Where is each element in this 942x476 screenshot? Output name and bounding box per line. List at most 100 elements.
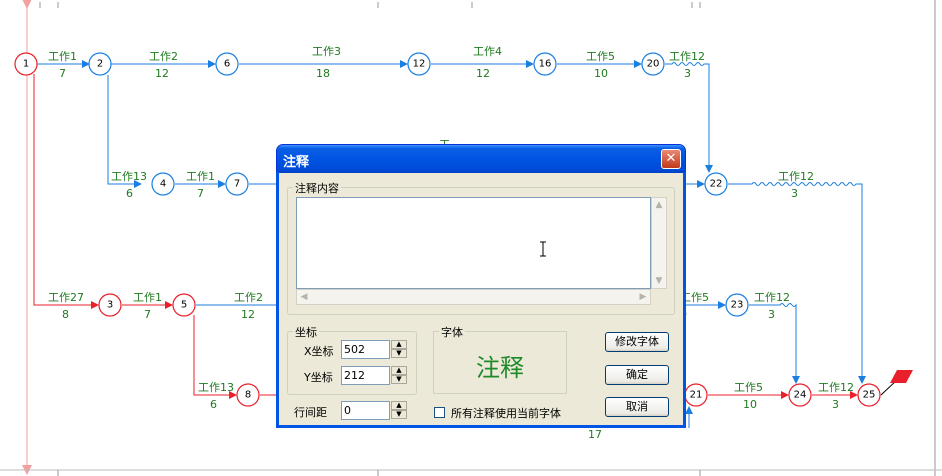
y-coord-input[interactable]: 212 <box>341 366 390 385</box>
content-textarea-wrap: ▲ ▼ ◀ ▶ <box>293 197 667 307</box>
text-cursor-icon <box>540 241 546 257</box>
node-21[interactable]: 21 <box>684 383 708 407</box>
task-duration: 12 <box>241 308 255 321</box>
spin-down-icon[interactable]: ▼ <box>391 410 407 419</box>
task-name: 工作12 <box>669 50 705 63</box>
y-coord-label: Y坐标 <box>304 371 333 384</box>
node-id: 1 <box>23 59 29 70</box>
dialog-title: 注释 <box>283 155 310 170</box>
node-2[interactable]: 2 <box>88 52 112 76</box>
task-duration: 6 <box>210 398 217 411</box>
node-1[interactable]: 1 <box>14 52 38 76</box>
spin-up-icon[interactable]: ▲ <box>391 401 407 410</box>
task-duration: 3 <box>684 67 691 80</box>
scroll-left-icon[interactable]: ◀ <box>297 290 311 304</box>
task-name: 工作2 <box>234 291 263 304</box>
node-24[interactable]: 24 <box>788 383 812 407</box>
node-22[interactable]: 22 <box>704 172 728 196</box>
scroll-right-icon[interactable]: ▶ <box>636 290 650 304</box>
task-label: 工作510 <box>586 50 615 80</box>
node-6[interactable]: 6 <box>215 52 239 76</box>
change-font-button[interactable]: 修改字体 <box>605 332 669 352</box>
task-label: 工作13 6 <box>111 170 147 200</box>
node-5[interactable]: 5 <box>172 293 196 317</box>
node-id: 16 <box>539 59 552 70</box>
task-duration: 7 <box>59 67 66 80</box>
scroll-up-icon[interactable]: ▲ <box>652 198 666 212</box>
node-23[interactable]: 23 <box>725 293 749 317</box>
task-name: 工作4 <box>473 45 502 58</box>
task-duration: 18 <box>316 67 330 80</box>
dialog-title-bar[interactable]: 注释 ✕ <box>277 145 685 173</box>
apply-all-label[interactable]: 所有注释使用当前字体 <box>451 405 561 421</box>
node-4[interactable]: 4 <box>151 172 175 196</box>
task-duration: 3 <box>768 308 775 321</box>
task-name: 工作12 <box>778 170 814 183</box>
spin-down-icon[interactable]: ▼ <box>391 349 407 358</box>
node-id: 6 <box>224 59 230 70</box>
node-id: 3 <box>107 300 113 311</box>
content-group-label: 注释内容 <box>293 180 341 196</box>
task-label: 工作17 <box>48 50 77 80</box>
node-16[interactable]: 16 <box>533 52 557 76</box>
node-25[interactable]: 25 <box>857 383 881 407</box>
task-label: 工作4 12 <box>473 45 502 80</box>
vertical-scrollbar[interactable]: ▲ ▼ <box>651 197 667 289</box>
spin-down-icon[interactable]: ▼ <box>391 375 407 384</box>
task-name: 工作1 <box>133 291 162 304</box>
task-label: 工作510 <box>734 381 763 411</box>
line-spacing-input[interactable]: 0 <box>341 401 390 420</box>
task-label: 工作27 8 <box>48 291 84 321</box>
task-name: 工作13 <box>111 170 147 183</box>
x-coord-input[interactable]: 502 <box>341 340 390 359</box>
horizontal-scrollbar[interactable]: ◀ ▶ <box>296 289 651 305</box>
task-label: 17 <box>588 428 602 441</box>
scroll-down-icon[interactable]: ▼ <box>652 274 666 288</box>
node-id: 25 <box>863 390 876 401</box>
font-sample: 注释 <box>476 354 524 382</box>
apply-all-checkbox[interactable] <box>434 407 445 418</box>
node-7[interactable]: 7 <box>225 172 249 196</box>
node-8[interactable]: 8 <box>236 383 260 407</box>
content-textarea[interactable] <box>296 197 651 289</box>
task-label: 工作212 <box>234 291 263 321</box>
ok-button[interactable]: 确定 <box>605 365 669 385</box>
task-duration: 3 <box>791 187 798 200</box>
annotation-dialog: 注释 ✕ 注释内容 ▲ ▼ ◀ ▶ 坐标 X坐标 502 ▲ ▼ Y坐标 212… <box>276 144 686 428</box>
task-duration: 8 <box>62 308 69 321</box>
task-duration: 3 <box>832 398 839 411</box>
task-duration: 17 <box>588 428 602 441</box>
node-id: 2 <box>97 59 103 70</box>
task-duration: 6 <box>126 187 133 200</box>
y-coord-spinner[interactable]: ▲ ▼ <box>391 366 407 385</box>
task-label: 工作13 6 <box>198 381 234 411</box>
line-spacing-spinner[interactable]: ▲ ▼ <box>391 401 407 420</box>
task-name: 工作12 <box>754 291 790 304</box>
close-icon: ✕ <box>665 151 677 166</box>
task-name: 工作5 <box>734 381 763 394</box>
task-label: 工作212 <box>149 50 178 80</box>
task-duration: 7 <box>144 308 151 321</box>
close-button[interactable]: ✕ <box>661 149 681 169</box>
node-id: 20 <box>647 59 660 70</box>
cancel-button[interactable]: 取消 <box>605 397 669 417</box>
task-label: 工作17 <box>186 170 215 200</box>
task-name: 工作12 <box>818 381 854 394</box>
spin-up-icon[interactable]: ▲ <box>391 366 407 375</box>
task-duration: 7 <box>197 187 204 200</box>
spin-up-icon[interactable]: ▲ <box>391 340 407 349</box>
task-name: 工作13 <box>198 381 234 394</box>
task-duration: 12 <box>155 67 169 80</box>
node-20[interactable]: 20 <box>641 52 665 76</box>
task-name: 工作5 <box>586 50 615 63</box>
task-name: 工作2 <box>149 50 178 63</box>
node-12[interactable]: 12 <box>407 52 431 76</box>
font-preview-group: 字体 注释 <box>433 324 567 394</box>
task-label: 工作3 18 <box>312 45 341 80</box>
node-id: 5 <box>181 300 187 311</box>
x-coord-spinner[interactable]: ▲ ▼ <box>391 340 407 359</box>
task-duration: 12 <box>476 67 490 80</box>
x-coord-label: X坐标 <box>304 345 334 358</box>
task-name: 工作1 <box>48 50 77 63</box>
node-3[interactable]: 3 <box>98 293 122 317</box>
